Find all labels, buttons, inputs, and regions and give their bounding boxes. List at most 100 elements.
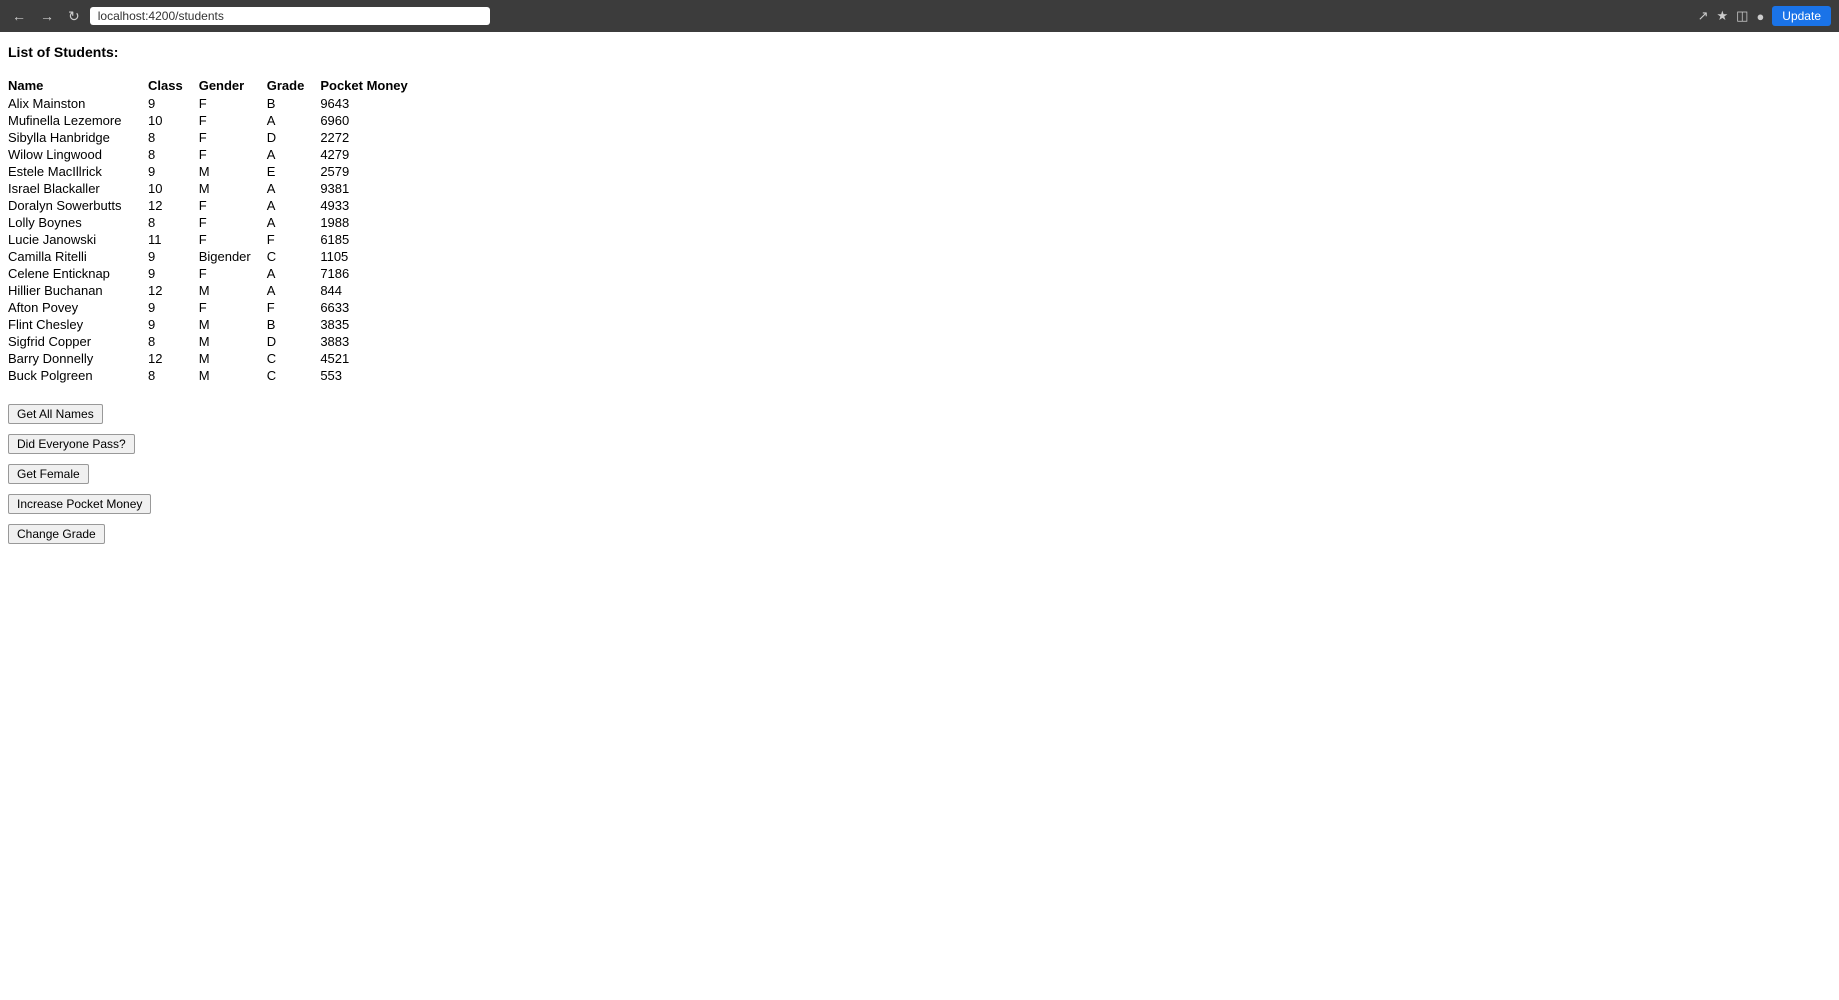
cell-name: Estele MacIllrick bbox=[8, 163, 148, 180]
cell-name: Celene Enticknap bbox=[8, 265, 148, 282]
cell-name: Afton Povey bbox=[8, 299, 148, 316]
cell-pocket_money: 2272 bbox=[320, 129, 423, 146]
cell-name: Hillier Buchanan bbox=[8, 282, 148, 299]
cell-class: 9 bbox=[148, 248, 199, 265]
cell-grade: C bbox=[267, 367, 321, 384]
change-grade-button[interactable]: Change Grade bbox=[8, 524, 105, 544]
cell-name: Sigfrid Copper bbox=[8, 333, 148, 350]
cell-pocket_money: 4279 bbox=[320, 146, 423, 163]
cell-grade: C bbox=[267, 248, 321, 265]
cell-pocket_money: 6633 bbox=[320, 299, 423, 316]
browser-controls: ↗ ★ ◫ ● Update bbox=[1698, 6, 1831, 26]
get-all-names-button[interactable]: Get All Names bbox=[8, 404, 103, 424]
cell-pocket_money: 2579 bbox=[320, 163, 423, 180]
cell-gender: F bbox=[199, 95, 267, 112]
cell-name: Mufinella Lezemore bbox=[8, 112, 148, 129]
table-row: Flint Chesley9MB3835 bbox=[8, 316, 424, 333]
cell-pocket_money: 844 bbox=[320, 282, 423, 299]
cell-grade: A bbox=[267, 282, 321, 299]
cell-grade: A bbox=[267, 197, 321, 214]
header-pocket-money: Pocket Money bbox=[320, 76, 423, 95]
forward-button[interactable]: → bbox=[36, 6, 58, 26]
table-row: Sibylla Hanbridge8FD2272 bbox=[8, 129, 424, 146]
table-row: Sigfrid Copper8MD3883 bbox=[8, 333, 424, 350]
get-female-button[interactable]: Get Female bbox=[8, 464, 89, 484]
cell-name: Sibylla Hanbridge bbox=[8, 129, 148, 146]
table-row: Barry Donnelly12MC4521 bbox=[8, 350, 424, 367]
back-button[interactable]: ← bbox=[8, 6, 30, 26]
cell-gender: M bbox=[199, 316, 267, 333]
update-button[interactable]: Update bbox=[1772, 6, 1831, 26]
table-row: Hillier Buchanan12MA844 bbox=[8, 282, 424, 299]
cell-class: 9 bbox=[148, 316, 199, 333]
cell-class: 12 bbox=[148, 350, 199, 367]
header-class: Class bbox=[148, 76, 199, 95]
header-gender: Gender bbox=[199, 76, 267, 95]
cell-name: Camilla Ritelli bbox=[8, 248, 148, 265]
cell-gender: M bbox=[199, 367, 267, 384]
address-bar[interactable]: localhost:4200/students bbox=[90, 7, 490, 25]
table-row: Celene Enticknap9FA7186 bbox=[8, 265, 424, 282]
cell-pocket_money: 1988 bbox=[320, 214, 423, 231]
cell-grade: D bbox=[267, 333, 321, 350]
cell-pocket_money: 6185 bbox=[320, 231, 423, 248]
did-everyone-pass-button[interactable]: Did Everyone Pass? bbox=[8, 434, 135, 454]
cell-class: 8 bbox=[148, 129, 199, 146]
cell-class: 12 bbox=[148, 197, 199, 214]
cell-grade: C bbox=[267, 350, 321, 367]
extensions-icon[interactable]: ◫ bbox=[1736, 8, 1748, 24]
cell-gender: Bigender bbox=[199, 248, 267, 265]
cell-grade: B bbox=[267, 316, 321, 333]
bookmark-icon[interactable]: ★ bbox=[1716, 8, 1728, 24]
cell-name: Doralyn Sowerbutts bbox=[8, 197, 148, 214]
table-row: Buck Polgreen8MC553 bbox=[8, 367, 424, 384]
cell-class: 8 bbox=[148, 214, 199, 231]
cell-name: Barry Donnelly bbox=[8, 350, 148, 367]
cell-name: Israel Blackaller bbox=[8, 180, 148, 197]
cell-pocket_money: 9643 bbox=[320, 95, 423, 112]
cell-class: 8 bbox=[148, 146, 199, 163]
cell-gender: M bbox=[199, 180, 267, 197]
cell-gender: F bbox=[199, 112, 267, 129]
cell-pocket_money: 4933 bbox=[320, 197, 423, 214]
cell-pocket_money: 3883 bbox=[320, 333, 423, 350]
table-row: Estele MacIllrick9ME2579 bbox=[8, 163, 424, 180]
cell-gender: F bbox=[199, 214, 267, 231]
cell-gender: F bbox=[199, 299, 267, 316]
cell-gender: M bbox=[199, 163, 267, 180]
cell-pocket_money: 6960 bbox=[320, 112, 423, 129]
table-row: Mufinella Lezemore10FA6960 bbox=[8, 112, 424, 129]
refresh-button[interactable]: ↻ bbox=[64, 6, 84, 27]
cell-pocket_money: 9381 bbox=[320, 180, 423, 197]
cell-class: 9 bbox=[148, 95, 199, 112]
table-row: Afton Povey9FF6633 bbox=[8, 299, 424, 316]
page-content: List of Students: Name Class Gender Grad… bbox=[0, 32, 1839, 556]
cell-class: 12 bbox=[148, 282, 199, 299]
students-table: Name Class Gender Grade Pocket Money Ali… bbox=[8, 76, 424, 384]
cell-grade: A bbox=[267, 265, 321, 282]
cell-class: 9 bbox=[148, 299, 199, 316]
cell-gender: M bbox=[199, 333, 267, 350]
cell-pocket_money: 1105 bbox=[320, 248, 423, 265]
profile-icon[interactable]: ● bbox=[1756, 9, 1764, 24]
header-name: Name bbox=[8, 76, 148, 95]
cell-name: Alix Mainston bbox=[8, 95, 148, 112]
increase-pocket-money-button[interactable]: Increase Pocket Money bbox=[8, 494, 151, 514]
cell-name: Lolly Boynes bbox=[8, 214, 148, 231]
buttons-section: Get All Names Did Everyone Pass? Get Fem… bbox=[8, 404, 1831, 544]
cell-class: 8 bbox=[148, 367, 199, 384]
cell-gender: M bbox=[199, 282, 267, 299]
table-row: Wilow Lingwood8FA4279 bbox=[8, 146, 424, 163]
share-icon[interactable]: ↗ bbox=[1698, 8, 1709, 24]
cell-name: Flint Chesley bbox=[8, 316, 148, 333]
cell-class: 8 bbox=[148, 333, 199, 350]
cell-class: 11 bbox=[148, 231, 199, 248]
cell-name: Buck Polgreen bbox=[8, 367, 148, 384]
cell-grade: A bbox=[267, 180, 321, 197]
table-row: Israel Blackaller10MA9381 bbox=[8, 180, 424, 197]
cell-gender: M bbox=[199, 350, 267, 367]
cell-grade: A bbox=[267, 112, 321, 129]
cell-gender: F bbox=[199, 146, 267, 163]
cell-class: 9 bbox=[148, 265, 199, 282]
page-title: List of Students: bbox=[8, 44, 1831, 60]
